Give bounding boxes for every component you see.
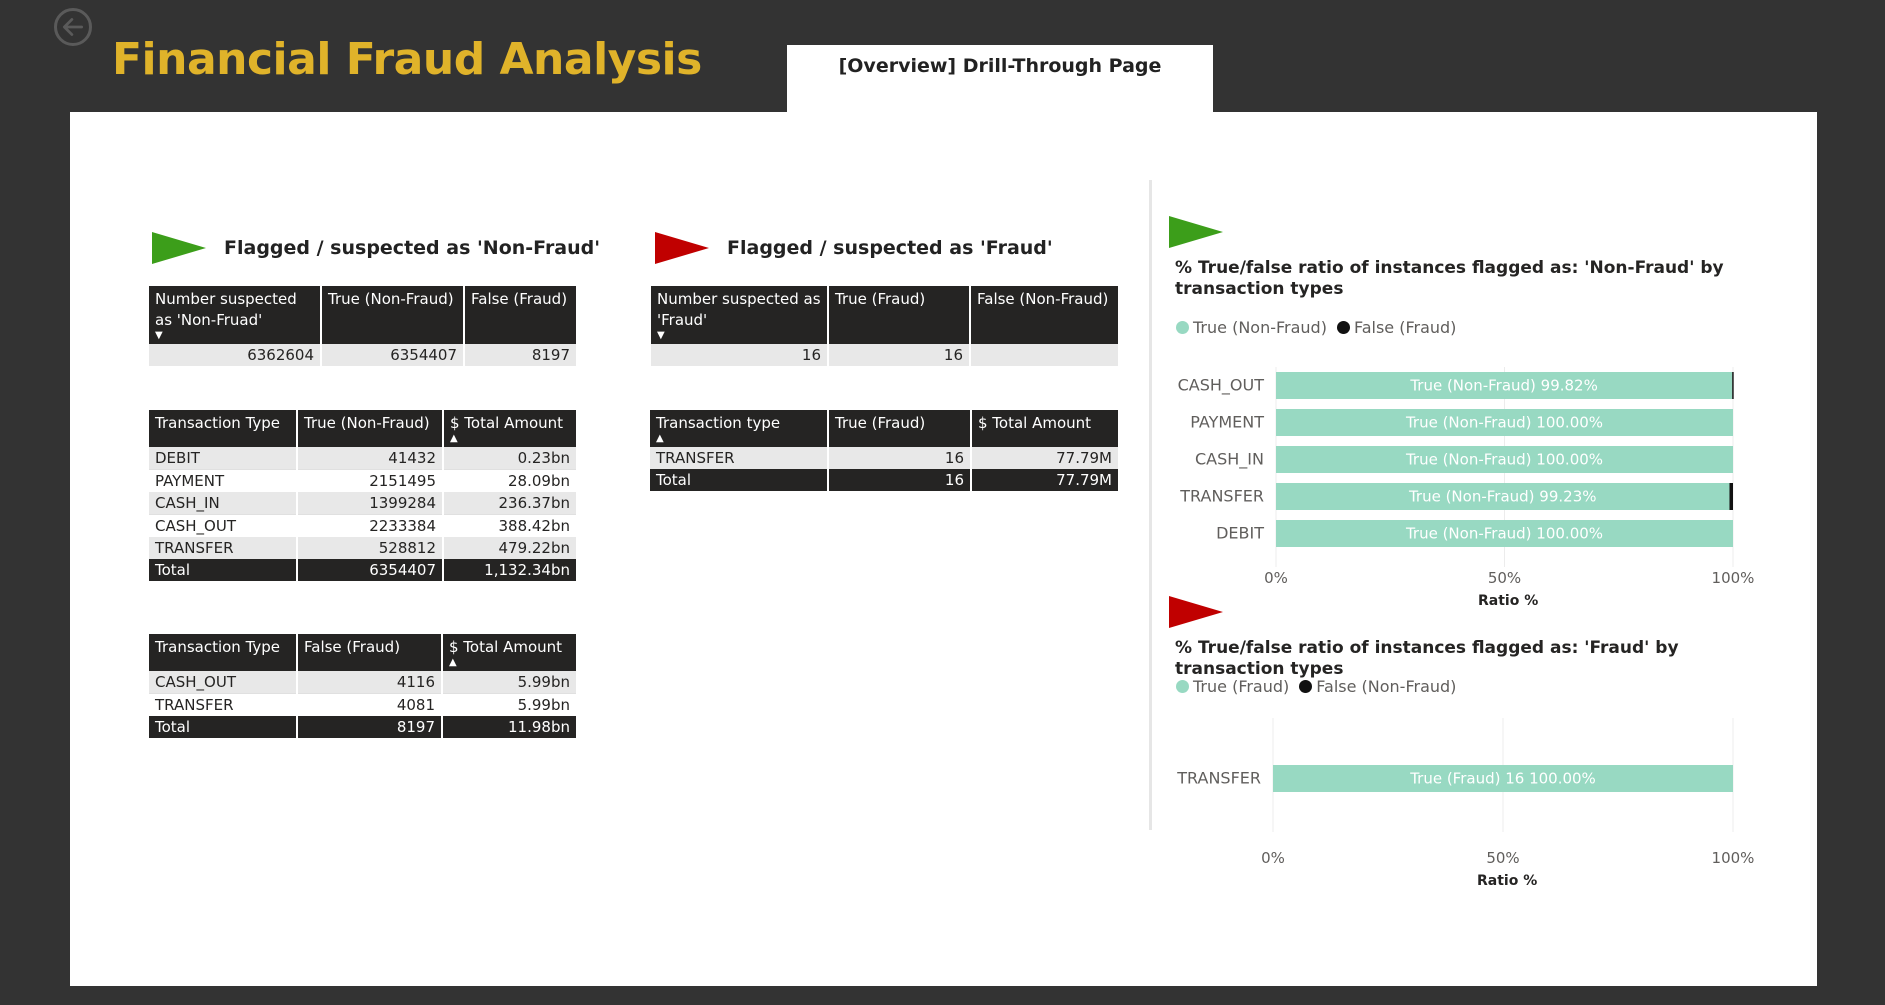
fraud-by-type-table: Transaction type ▲ True (Fraud) $ Total A… — [650, 410, 1118, 491]
category-label: DEBIT — [1216, 524, 1264, 543]
chart-legend-non-fraud: True (Non-Fraud) False (Fraud) — [1176, 318, 1466, 337]
column-header[interactable]: Transaction Type — [149, 634, 297, 671]
x-tick-label: 100% — [1712, 849, 1755, 867]
column-header[interactable]: Number suspected as 'Non-Fruad' ▼ — [149, 286, 321, 344]
chart-non-fraud-ratio: 0% 50% 100% CASH_OUT True (Non-Fraud) 99.82%… — [1178, 367, 1755, 587]
x-tick-label: 0% — [1261, 849, 1285, 867]
column-header[interactable]: False (Non-Fraud) — [969, 286, 1118, 344]
table-total-row: Total 8197 11.98bn — [149, 716, 576, 738]
table-row: TRANSFER 16 77.79M — [650, 447, 1118, 469]
x-tick-label: 50% — [1488, 569, 1521, 587]
legend-item-false[interactable]: False (Non-Fraud) — [1299, 677, 1456, 696]
x-tick-label: 100% — [1712, 569, 1755, 587]
column-header[interactable]: $ Total Amount — [970, 410, 1118, 447]
column-header[interactable]: $ Total Amount ▲ — [441, 634, 576, 671]
back-button[interactable] — [54, 8, 92, 46]
table-row: PAYMENT 2151495 28.09bn — [149, 469, 576, 492]
table-row: CASH_OUT 2233384 388.42bn — [149, 514, 576, 537]
column-header[interactable]: True (Fraud) — [827, 286, 970, 344]
column-header[interactable]: Transaction Type — [149, 410, 297, 447]
legend-item-false[interactable]: False (Fraud) — [1336, 318, 1456, 337]
sort-down-icon: ▼ — [155, 330, 163, 341]
data-label: True (Non-Fraud) 99.82% — [1409, 377, 1598, 395]
x-tick-label: 50% — [1486, 849, 1519, 867]
sort-up-icon: ▲ — [449, 657, 457, 668]
legend-dot — [1336, 321, 1350, 334]
category-label: CASH_OUT — [1178, 376, 1265, 396]
fraud-summary-table: Number suspected as 'Fraud' ▼ True (Fraud… — [651, 286, 1118, 366]
panel-divider — [1149, 180, 1152, 830]
chart-fraud-ratio: 0% 50% 100% TRANSFER True (Fraud) 16 100.00% — [1176, 718, 1755, 867]
data-label: True (Non-Fraud) 100.00% — [1405, 525, 1603, 543]
category-label: PAYMENT — [1190, 413, 1264, 432]
legend-item-true[interactable]: True (Non-Fraud) — [1176, 318, 1327, 337]
data-label: True (Non-Fraud) 100.00% — [1405, 451, 1603, 469]
column-header[interactable]: Transaction type ▲ — [650, 410, 828, 447]
page-title: Financial Fraud Analysis — [112, 34, 702, 85]
table-row: TRANSFER 4081 5.99bn — [149, 693, 576, 716]
column-header[interactable]: $ Total Amount ▲ — [442, 410, 576, 447]
legend-dot — [1176, 680, 1189, 693]
table-row: 16 16 — [651, 344, 1118, 366]
red-flag-icon — [1169, 596, 1223, 628]
sort-up-icon: ▲ — [656, 433, 664, 444]
legend-dot — [1299, 680, 1313, 693]
table-row: CASH_IN 1399284 236.37bn — [149, 492, 576, 515]
column-header[interactable]: Number suspected as 'Fraud' ▼ — [651, 286, 828, 344]
fraud-section-header: Flagged / suspected as 'Fraud' — [653, 230, 1053, 266]
table-total-row: Total 6354407 1,132.34bn — [149, 559, 576, 581]
chart-x-axis-title: Ratio % — [1477, 873, 1538, 889]
data-label: True (Fraud) 16 100.00% — [1409, 770, 1596, 788]
table-total-row: Total 16 77.79M — [650, 469, 1118, 491]
chart-x-axis-title: Ratio % — [1478, 593, 1539, 609]
green-flag-icon — [152, 232, 206, 264]
bar-false[interactable] — [1732, 372, 1734, 399]
legend-dot — [1176, 321, 1189, 334]
column-header[interactable]: False (Fraud) — [296, 634, 442, 671]
column-header[interactable]: True (Non-Fraud) — [320, 286, 464, 344]
chart-title-non-fraud: % True/false ratio of instances flagged … — [1175, 258, 1724, 299]
sort-down-icon: ▼ — [657, 330, 665, 341]
legend-item-true[interactable]: True (Fraud) — [1176, 677, 1289, 696]
non-fraud-false-by-type-table: Transaction Type False (Fraud) $ Total A… — [149, 634, 576, 738]
green-flag-icon — [1169, 216, 1223, 248]
table-row: CASH_OUT 4116 5.99bn — [149, 671, 576, 694]
column-header[interactable]: False (Fraud) — [463, 286, 576, 344]
red-flag-icon — [655, 232, 709, 264]
table-row: DEBIT 41432 0.23bn — [149, 447, 576, 470]
table-row: 6362604 6354407 8197 — [149, 344, 576, 366]
non-fraud-section-title: Flagged / suspected as 'Non-Fraud' — [224, 237, 601, 259]
column-header[interactable]: True (Fraud) — [827, 410, 971, 447]
tab-overview-drill-through[interactable]: [Overview] Drill-Through Page — [787, 45, 1213, 113]
column-header[interactable]: True (Non-Fraud) — [296, 410, 443, 447]
table-row: TRANSFER 528812 479.22bn — [149, 537, 576, 559]
data-label: True (Non-Fraud) 100.00% — [1405, 414, 1603, 432]
bar-false[interactable] — [1729, 483, 1733, 510]
chart-title-fraud: % True/false ratio of instances flagged … — [1175, 638, 1679, 679]
non-fraud-by-type-table: Transaction Type True (Non-Fraud) $ Tota… — [149, 410, 576, 581]
chart-legend-fraud: True (Fraud) False (Non-Fraud) — [1176, 677, 1466, 696]
category-label: TRANSFER — [1176, 769, 1261, 788]
arrow-left-icon — [62, 18, 84, 36]
sort-up-icon: ▲ — [450, 433, 458, 444]
x-tick-label: 0% — [1264, 569, 1288, 587]
fraud-section-title: Flagged / suspected as 'Fraud' — [727, 237, 1053, 259]
category-label: CASH_IN — [1195, 450, 1264, 470]
non-fraud-section-header: Flagged / suspected as 'Non-Fraud' — [150, 230, 600, 266]
category-label: TRANSFER — [1179, 487, 1264, 506]
non-fraud-summary-table: Number suspected as 'Non-Fruad' ▼ True (N… — [149, 286, 576, 366]
data-label: True (Non-Fraud) 99.23% — [1408, 488, 1597, 506]
